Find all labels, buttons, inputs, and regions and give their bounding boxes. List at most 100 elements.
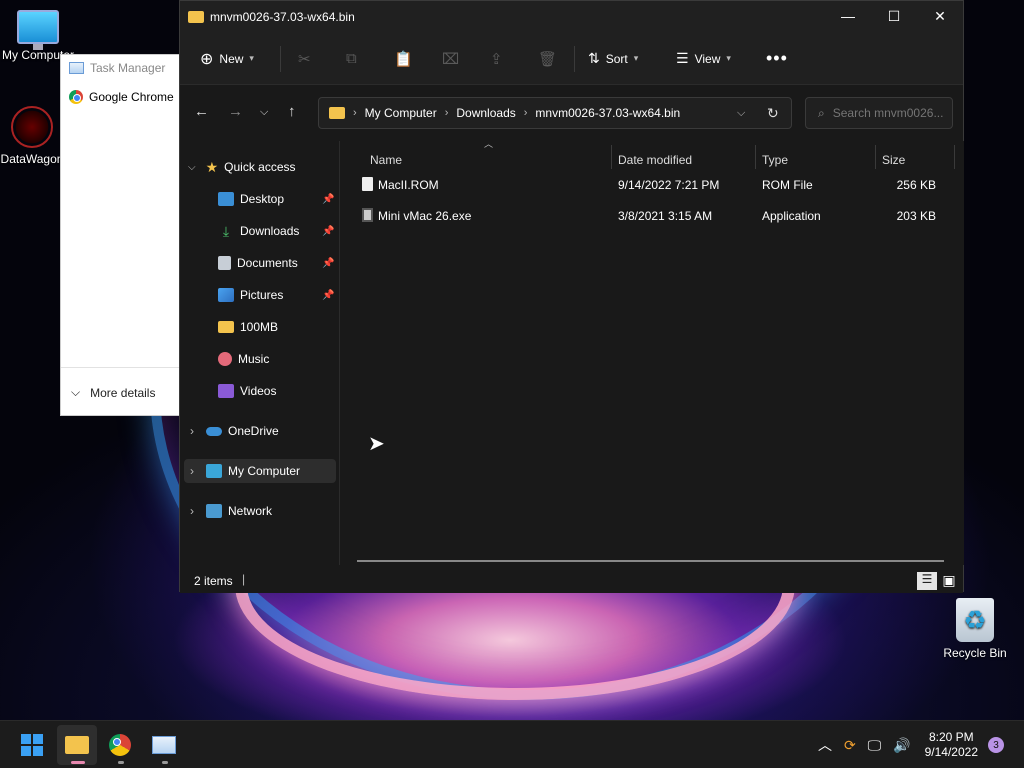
sort-ascending-icon: ︿ — [484, 139, 494, 149]
taskbar-chrome[interactable] — [100, 725, 140, 765]
column-header-size[interactable]: Size — [882, 147, 905, 173]
computer-icon — [206, 464, 222, 478]
minimize-button[interactable]: — — [825, 1, 871, 31]
large-icons-view-button[interactable]: ▣ — [940, 572, 958, 590]
column-header-type[interactable]: Type — [762, 147, 788, 173]
address-dropdown-button[interactable]: ⌵ — [737, 107, 745, 120]
plus-icon: ⊕ — [200, 50, 214, 68]
nav-label: Quick access — [224, 160, 296, 174]
nav-item-videos[interactable]: Videos — [218, 379, 276, 403]
nav-item-music[interactable]: Music — [218, 347, 269, 371]
rename-button[interactable]: ⌧ — [442, 50, 459, 68]
nav-onedrive[interactable]: › OneDrive — [190, 419, 279, 443]
app-item-label: Google Chrome — [89, 90, 174, 104]
notification-badge[interactable]: 3 — [988, 737, 1004, 753]
up-button[interactable]: ↑ — [288, 103, 296, 120]
network-icon[interactable]: 🖵 — [868, 737, 882, 754]
task-manager-app-item[interactable]: Google Chrome — [69, 90, 174, 104]
column-header-name[interactable]: Name — [370, 147, 402, 173]
file-row[interactable]: MacII.ROM 9/14/2022 7:21 PM ROM File 256… — [360, 173, 950, 197]
new-button[interactable]: ⊕ New ▾ — [200, 49, 254, 69]
pictures-icon — [218, 288, 234, 302]
network-icon — [206, 504, 222, 518]
share-button[interactable]: ⇪ — [490, 50, 503, 68]
chevron-up-icon[interactable]: ︿ — [818, 735, 832, 755]
address-bar[interactable]: › My Computer › Downloads › mnvm0026-37.… — [318, 97, 792, 129]
status-bar: 2 items | ☰ ▣ — [180, 569, 963, 593]
datawagon-icon — [11, 106, 53, 148]
file-type: Application — [762, 209, 821, 223]
desktop-icon-recycle-bin[interactable]: ♻ Recycle Bin — [937, 598, 1013, 660]
search-input[interactable] — [832, 106, 943, 120]
taskbar: ︿ ⟳ 🖵 🔊 8:20 PM 9/14/2022 3 — [0, 720, 1024, 768]
chevron-down-icon: ▾ — [249, 53, 254, 63]
nav-item-100mb[interactable]: 100MB — [218, 315, 278, 339]
pin-icon: 📌 — [322, 193, 335, 205]
task-manager-icon — [152, 736, 176, 754]
search-box[interactable]: ⌕ — [805, 97, 953, 129]
taskbar-file-explorer[interactable] — [57, 725, 97, 765]
column-divider[interactable] — [611, 145, 612, 169]
monitor-icon — [17, 10, 59, 50]
horizontal-scrollbar[interactable] — [357, 560, 944, 562]
status-divider: | — [242, 572, 246, 586]
close-button[interactable]: ✕ — [917, 1, 963, 31]
volume-icon[interactable]: 🔊 — [893, 737, 910, 754]
downloads-icon: ⤓ — [222, 223, 230, 239]
back-button[interactable]: ← — [194, 103, 209, 120]
folder-icon — [329, 107, 345, 119]
breadcrumb-current-folder[interactable]: mnvm0026-37.03-wx64.bin — [535, 106, 680, 120]
pin-icon: 📌 — [322, 257, 335, 269]
column-header-date-modified[interactable]: Date modified — [618, 147, 692, 173]
title-bar[interactable]: mnvm0026-37.03-wx64.bin — ☐ ✕ — [180, 1, 963, 33]
taskbar-task-manager[interactable] — [144, 725, 184, 765]
more-details-button[interactable]: ⌵ More details — [71, 385, 155, 400]
details-view-button[interactable]: ☰ — [917, 572, 937, 590]
folder-icon — [218, 321, 234, 333]
chevron-down-icon: ▾ — [726, 53, 731, 63]
sync-icon[interactable]: ⟳ — [844, 737, 856, 754]
file-size: 256 KB — [896, 178, 936, 192]
breadcrumb-downloads[interactable]: Downloads — [456, 106, 515, 120]
file-explorer-window[interactable]: mnvm0026-37.03-wx64.bin — ☐ ✕ ⊕ New ▾ ✂ … — [179, 0, 964, 593]
paste-button[interactable]: 📋 — [394, 50, 413, 68]
window-title: mnvm0026-37.03-wx64.bin — [210, 10, 355, 24]
sort-button[interactable]: ⇅ Sort ▾ — [588, 50, 638, 67]
start-button[interactable] — [12, 725, 52, 765]
clock[interactable]: 8:20 PM 9/14/2022 — [925, 730, 978, 760]
recent-locations-button[interactable]: ⌵ — [260, 106, 268, 119]
nav-my-computer[interactable]: › My Computer — [184, 459, 336, 483]
forward-button[interactable]: → — [228, 103, 243, 120]
sort-icon: ⇅ — [588, 50, 600, 66]
refresh-button[interactable]: ↻ — [767, 105, 779, 122]
column-divider[interactable] — [755, 145, 756, 169]
breadcrumb-my-computer[interactable]: My Computer — [365, 106, 437, 120]
chevron-right-icon: › — [190, 504, 194, 518]
file-name: Mini vMac 26.exe — [378, 209, 472, 223]
divider — [280, 45, 281, 72]
clock-time: 8:20 PM — [928, 730, 974, 744]
view-button[interactable]: ☰ View ▾ — [676, 50, 731, 67]
column-divider[interactable] — [875, 145, 876, 169]
delete-button[interactable]: 🗑 — [538, 50, 557, 68]
file-size: 203 KB — [896, 209, 936, 223]
view-icon: ☰ — [676, 50, 689, 66]
cut-button[interactable]: ✂ — [298, 50, 311, 68]
nav-label: Desktop — [240, 192, 285, 206]
nav-network[interactable]: › Network — [190, 499, 272, 523]
task-manager-window[interactable]: Task Manager Google Chrome ⌵ More detail… — [60, 54, 182, 416]
column-divider[interactable] — [954, 145, 955, 169]
videos-icon — [218, 384, 234, 398]
desktop-icon-datawagon[interactable]: DataWagon — [0, 106, 64, 166]
nav-label: My Computer — [228, 464, 301, 478]
maximize-button[interactable]: ☐ — [871, 1, 917, 31]
more-options-button[interactable]: ••• — [766, 48, 788, 69]
file-row[interactable]: Mini vMac 26.exe 3/8/2021 3:15 AM Applic… — [360, 204, 950, 228]
copy-button[interactable]: ⧉ — [346, 50, 357, 67]
divider — [61, 367, 181, 368]
nav-quick-access[interactable]: ⌵ ★ Quick access — [188, 155, 296, 179]
nav-label: OneDrive — [228, 424, 279, 438]
active-indicator — [71, 761, 85, 764]
chevron-down-icon: ⌵ — [188, 161, 196, 173]
nav-label: Videos — [240, 384, 277, 398]
